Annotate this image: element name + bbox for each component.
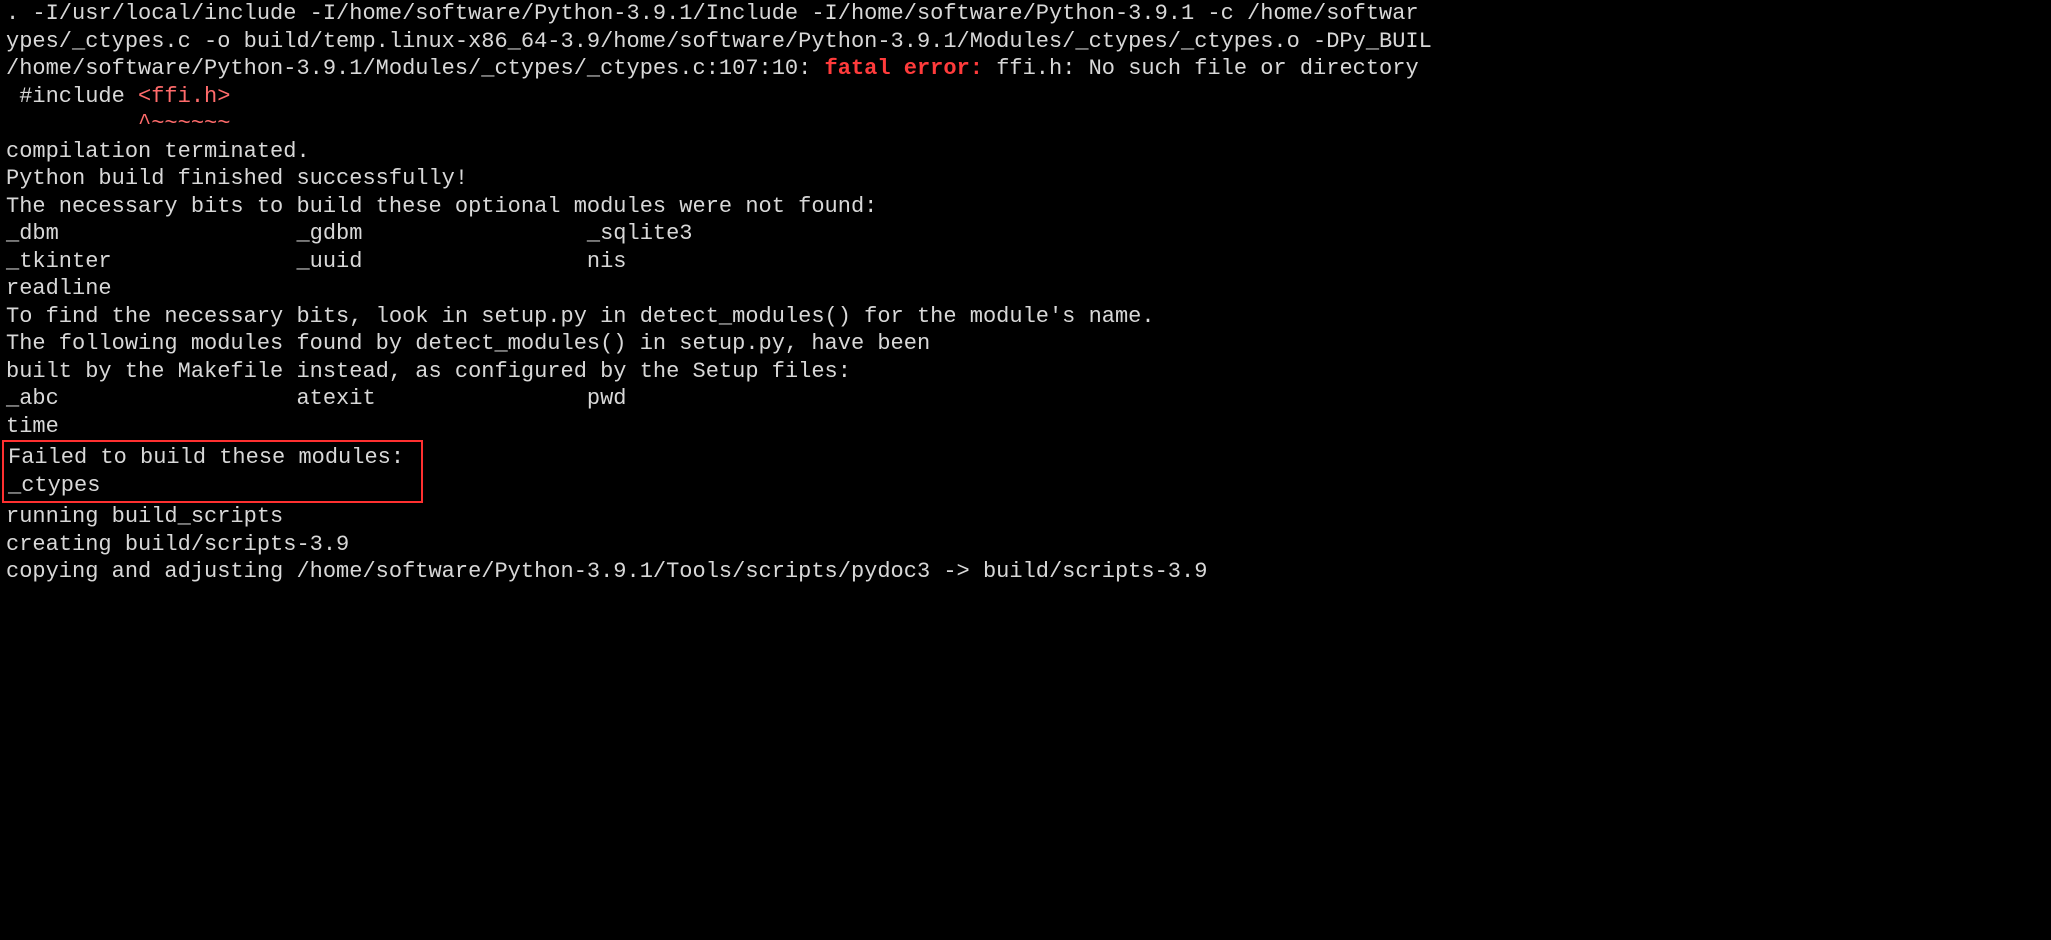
failed-modules-header: Failed to build these modules:: [8, 444, 417, 472]
terminal-output: . -I/usr/local/include -I/home/software/…: [0, 0, 2051, 586]
compile-cmd-line-1: . -I/usr/local/include -I/home/software/…: [6, 0, 2051, 28]
missing-modules-row-3: readline: [6, 275, 2051, 303]
compilation-terminated: compilation terminated.: [6, 138, 2051, 166]
makefile-modules-header-1: The following modules found by detect_mo…: [6, 330, 2051, 358]
compile-cmd-line-2: ypes/_ctypes.c -o build/temp.linux-x86_6…: [6, 28, 2051, 56]
include-directive: #include: [6, 84, 138, 109]
failed-modules-box-line: Failed to build these modules:_ctypes: [6, 440, 2051, 503]
running-build-scripts: running build_scripts: [6, 503, 2051, 531]
makefile-modules-header-2: built by the Makefile instead, as config…: [6, 358, 2051, 386]
error-marker-line: ^~~~~~~: [6, 110, 2051, 138]
build-success-line: Python build finished successfully!: [6, 165, 2051, 193]
missing-modules-row-1: _dbm _gdbm _sqlite3: [6, 220, 2051, 248]
copying-pydoc3: copying and adjusting /home/software/Pyt…: [6, 558, 2051, 586]
fatal-error-line: /home/software/Python-3.9.1/Modules/_cty…: [6, 55, 2051, 83]
fatal-error-label: fatal error:: [825, 56, 997, 81]
failed-modules-list: _ctypes: [8, 472, 417, 500]
detect-modules-hint: To find the necessary bits, look in setu…: [6, 303, 2051, 331]
missing-modules-header: The necessary bits to build these option…: [6, 193, 2051, 221]
include-header: <ffi.h>: [138, 84, 230, 109]
failed-modules-annotation-box: Failed to build these modules:_ctypes: [2, 440, 423, 503]
creating-scripts-dir: creating build/scripts-3.9: [6, 531, 2051, 559]
missing-modules-row-2: _tkinter _uuid nis: [6, 248, 2051, 276]
makefile-modules-row-1: _abc atexit pwd: [6, 385, 2051, 413]
makefile-modules-row-2: time: [6, 413, 2051, 441]
include-line: #include <ffi.h>: [6, 83, 2051, 111]
error-message: ffi.h: No such file or directory: [996, 56, 1418, 81]
error-location: /home/software/Python-3.9.1/Modules/_cty…: [6, 56, 825, 81]
